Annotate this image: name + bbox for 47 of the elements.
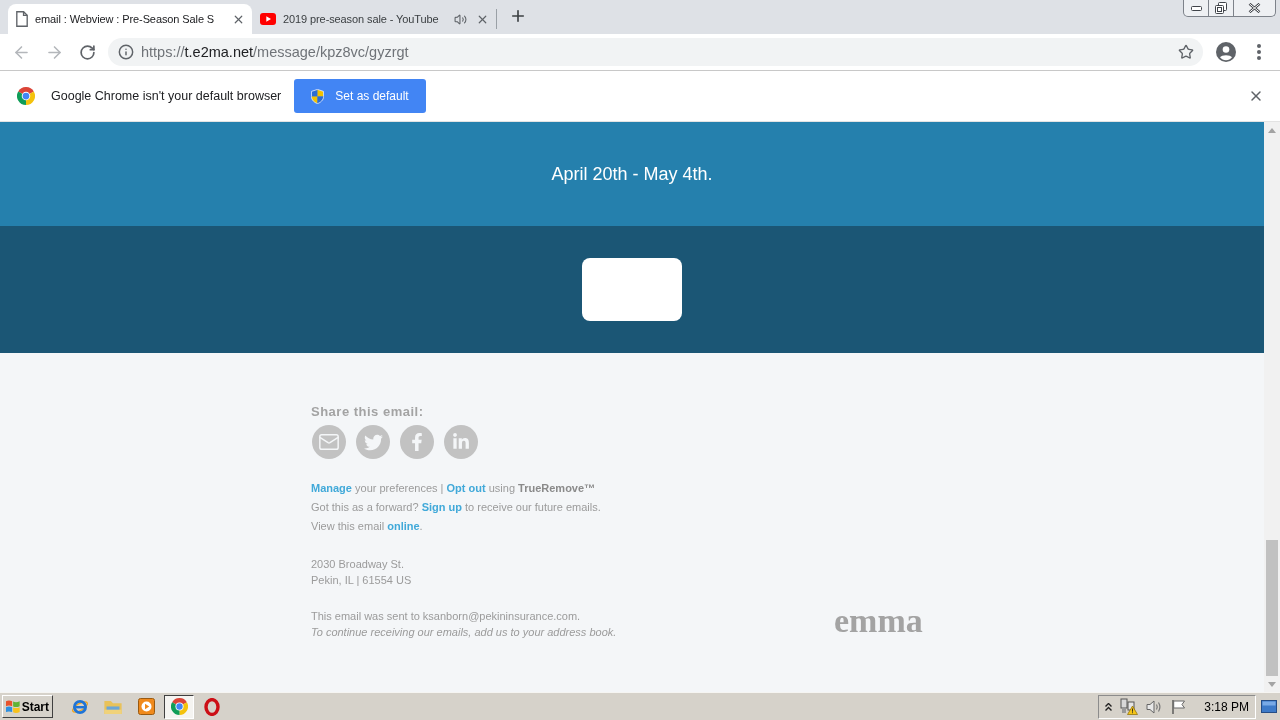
opera-icon xyxy=(204,697,220,716)
browser-tab[interactable]: 2019 pre-season sale - YouTube xyxy=(252,4,496,34)
youtube-icon xyxy=(260,13,276,25)
close-icon xyxy=(1248,88,1264,104)
shield-icon xyxy=(311,88,325,104)
page-icon xyxy=(16,11,28,27)
internet-explorer-icon xyxy=(71,697,89,716)
sale-dates: April 20th - May 4th. xyxy=(551,163,713,185)
show-desktop-button[interactable] xyxy=(1260,697,1278,716)
restore-icon xyxy=(1215,2,1227,14)
network-warning-icon[interactable] xyxy=(1120,698,1139,715)
folder-icon xyxy=(104,699,122,714)
star-icon xyxy=(1178,44,1194,60)
footer-line: Manage your preferences | Opt out using TrueRemove™ xyxy=(311,481,597,496)
scrollbar[interactable] xyxy=(1264,122,1280,692)
desktop-icon xyxy=(1261,700,1277,713)
taskbar-app-button[interactable] xyxy=(164,694,194,719)
infobar-close-button[interactable] xyxy=(1248,88,1264,104)
double-caret-icon[interactable] xyxy=(1105,702,1113,711)
close-icon xyxy=(1248,3,1261,13)
media-player-icon xyxy=(137,698,155,715)
emma-logo: emma xyxy=(834,604,923,638)
clock[interactable]: 3:18 PM xyxy=(1204,699,1249,714)
recipient-note: This email was sent to ksanborn@pekininsurance.com. xyxy=(311,609,582,624)
footer-line: Got this as a forward? Sign up to receive our future emails. xyxy=(311,500,602,515)
footer-line: View this email online. xyxy=(311,519,424,534)
browser-tab[interactable]: email : Webview : Pre-Season Sale S xyxy=(8,4,252,34)
info-icon xyxy=(118,44,134,60)
address-field[interactable]: https://t.e2ma.net/message/kpz8vc/gyzrgt xyxy=(108,38,1203,66)
windows-logo-icon xyxy=(6,700,20,713)
menu-icon xyxy=(1257,44,1261,60)
chrome-icon xyxy=(17,87,35,105)
chrome-icon xyxy=(170,698,188,715)
infobar-message: Google Chrome isn't your default browser xyxy=(51,89,282,103)
bookmark-star-button[interactable] xyxy=(1178,44,1194,60)
account-icon xyxy=(1216,42,1236,62)
address-line: 2030 Broadway St. xyxy=(311,557,405,572)
set-default-button[interactable]: Set as default xyxy=(294,79,426,113)
scrollbar-thumb[interactable] xyxy=(1266,540,1278,676)
flag-icon[interactable] xyxy=(1171,698,1187,715)
plus-icon xyxy=(509,7,527,25)
minimize-icon xyxy=(1190,5,1202,11)
address-book-note: To continue receiving our emails, add us to your address book. xyxy=(311,625,618,640)
start-button[interactable]: Start xyxy=(2,695,53,718)
share-label: Share this email: xyxy=(311,404,425,420)
address-line: Pekin, IL | 61554 US xyxy=(311,573,413,588)
reload-icon xyxy=(78,43,96,61)
